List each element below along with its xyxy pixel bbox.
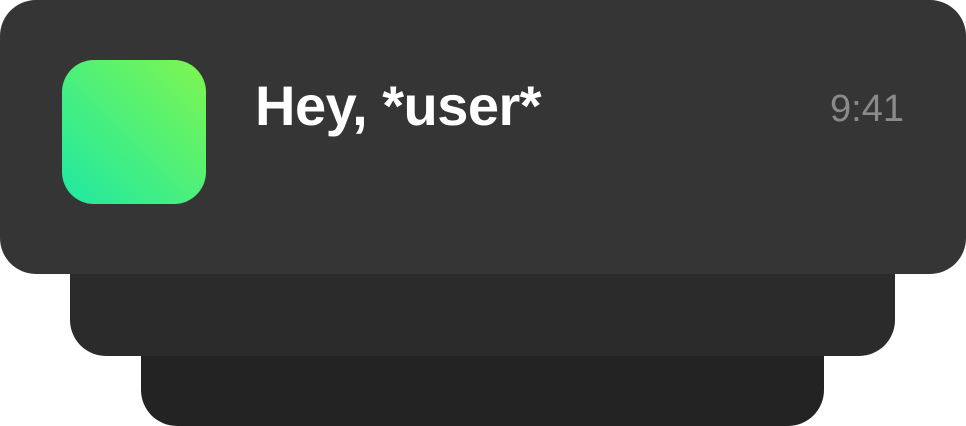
app-icon (62, 60, 206, 204)
notification-title: Hey, *user* (255, 74, 542, 137)
notification-stack: Hey, *user* 9:41 (0, 0, 966, 426)
notification-time: 9:41 (830, 88, 904, 130)
notification-card[interactable]: Hey, *user* 9:41 (0, 0, 966, 274)
